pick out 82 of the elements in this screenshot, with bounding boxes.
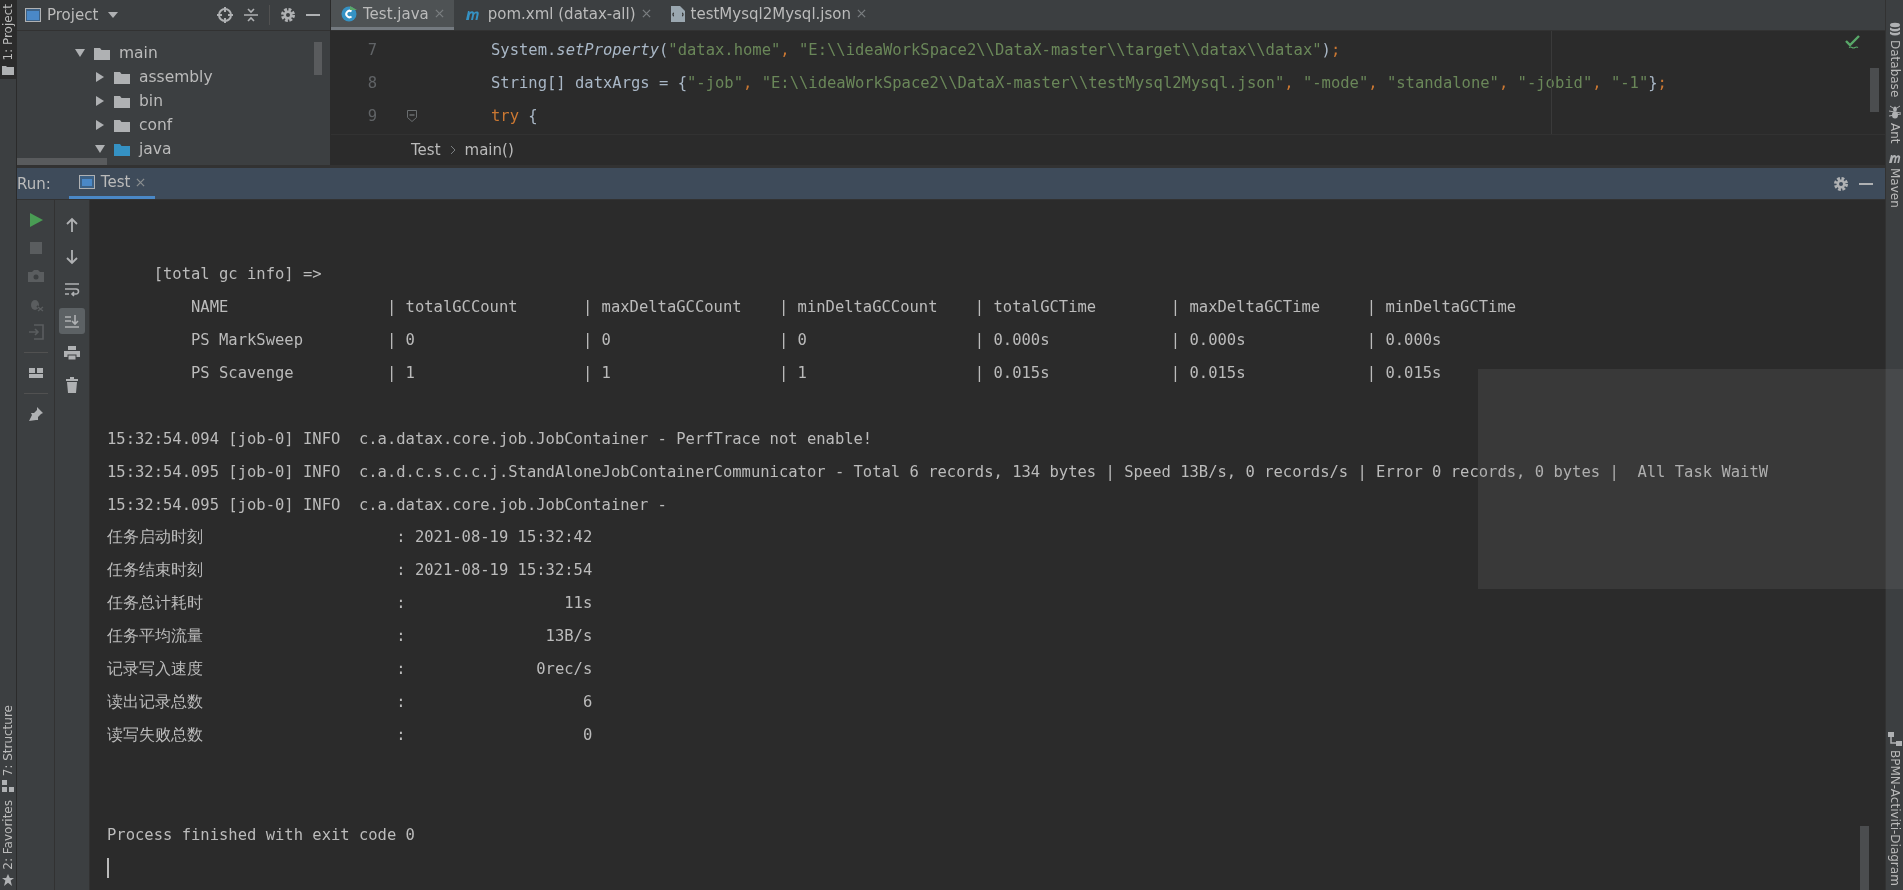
scrollbar[interactable]	[1860, 826, 1869, 890]
tree-item[interactable]: bin	[139, 92, 163, 110]
collapse-icon[interactable]	[243, 7, 259, 23]
star-icon	[2, 874, 14, 886]
minimize-icon[interactable]	[1859, 182, 1873, 185]
close-icon[interactable]	[857, 9, 866, 18]
scrollbar[interactable]	[314, 42, 322, 75]
console-line: 读写失败总数 : 0	[107, 725, 593, 746]
ant-icon	[1888, 105, 1901, 120]
tree-item[interactable]: java	[139, 140, 172, 158]
breadcrumb-item[interactable]: Test	[411, 141, 441, 159]
tool-window-tab[interactable]: BPMN-Activiti-Diagram	[1887, 732, 1902, 886]
panel-title: Run:	[17, 174, 51, 193]
folder-icon	[114, 118, 130, 132]
folder-icon	[114, 94, 130, 108]
check-icon[interactable]	[1845, 35, 1861, 49]
console-line: Process finished with exit code 0	[107, 825, 415, 844]
close-icon[interactable]	[641, 9, 651, 18]
code-line: String[] datxArgs = {"-job", "E:\\ideaWorkSpace2\\DataX-master\\testMysql2Mysql.json", "-mode", "standalone", "-jobid", "-1"};	[491, 73, 1667, 92]
crosshair-icon[interactable]	[217, 7, 233, 23]
dropdown-caret-icon[interactable]	[108, 12, 119, 18]
editor-tab[interactable]: testMysql2Mysql.json	[660, 0, 876, 30]
layout-icon[interactable]	[27, 365, 44, 381]
diagram-icon	[1887, 732, 1902, 747]
class-icon	[341, 5, 357, 22]
tree-item[interactable]: main	[119, 44, 158, 62]
fold-marker-icon[interactable]	[407, 109, 417, 122]
text-cursor	[107, 857, 109, 878]
collapsed-arrow-icon[interactable]	[95, 96, 105, 106]
editor-tab[interactable]: pom.xml (datax-all)	[453, 0, 661, 30]
window-icon	[25, 8, 41, 22]
folder-icon	[114, 70, 130, 84]
folder-icon	[94, 46, 110, 60]
line-number: 9	[366, 106, 377, 125]
code-line: try {	[491, 106, 538, 125]
console-line: 任务结束时刻 : 2021-08-19 15:32:54	[107, 560, 593, 581]
tool-window-tab[interactable]: 7: Structure	[0, 700, 17, 797]
settings-icon[interactable]	[280, 7, 296, 23]
console-line: 15:32:54.095 [job-0] INFO c.a.d.c.s.c.c.j.StandAloneJobContainerCommunicator - Total 6 records, 134 bytes | Speed 13B/s, 0 records/s | Error 0 records, 0 bytes | All Task WaitW	[107, 462, 1769, 481]
console-line: 读出记录总数 : 6	[107, 692, 593, 713]
structure-icon	[2, 780, 14, 793]
panel-title[interactable]: Project	[47, 6, 99, 24]
tool-window-tab[interactable]: 2: Favorites	[0, 796, 17, 890]
source-folder-icon	[114, 142, 130, 156]
database-icon	[1888, 22, 1901, 36]
scrollbar[interactable]	[17, 158, 107, 165]
chevron-icon	[449, 145, 456, 155]
console-line: 任务总计耗时 : 11s	[107, 593, 593, 614]
tree-item[interactable]: assembly	[139, 68, 213, 86]
settings-icon[interactable]	[1833, 175, 1849, 192]
code-line: System.setProperty("datax.home", "E:\\ideaWorkSpace2\\DataX-master\\target\\datax\\datax");	[491, 40, 1341, 59]
run-icon[interactable]	[27, 212, 44, 228]
tool-window-tab[interactable]: 1: Project	[0, 0, 17, 79]
collapsed-arrow-icon[interactable]	[95, 120, 105, 130]
scroll-to-end-icon[interactable]	[59, 308, 85, 334]
scrollbar[interactable]	[1870, 68, 1879, 112]
run-tab[interactable]: Test	[68, 168, 156, 199]
folder-icon	[2, 64, 14, 75]
console-line: 15:32:54.094 [job-0] INFO c.a.datax.core.job.JobContainer - PerfTrace not enable!	[107, 429, 873, 448]
console-line: PS MarkSweep | 0 | 0 | 0 | 0.000s | 0.000s | 0.000s	[190, 330, 1442, 349]
expanded-arrow-icon[interactable]	[75, 48, 85, 58]
console-line: 任务平均流量 : 13B/s	[107, 626, 593, 647]
json-file-icon	[670, 5, 685, 22]
pin-icon[interactable]	[27, 406, 44, 422]
line-number: 8	[366, 73, 377, 92]
tool-window-tab[interactable]: Maven	[1887, 151, 1902, 208]
console-icon	[78, 175, 95, 189]
console-line: PS Scavenge | 1 | 1 | 1 | 0.015s | 0.015s | 0.015s	[190, 363, 1442, 382]
tree-item[interactable]: conf	[139, 116, 173, 134]
tool-window-tab[interactable]: Ant	[1887, 105, 1902, 144]
line-number: 7	[366, 40, 377, 59]
console-line: NAME | totalGCCount | maxDeltaGCCount | minDeltaGCCount | totalGCTime | maxDeltaGCTime | minDeltaGCTime	[190, 297, 1517, 316]
breadcrumb-item[interactable]: main()	[464, 141, 514, 159]
console-line: 任务启动时刻 : 2021-08-19 15:32:42	[107, 527, 593, 548]
console-line: 15:32:54.095 [job-0] INFO c.a.datax.core.job.JobContainer -	[107, 495, 668, 514]
console-line: [total gc info] =>	[152, 264, 322, 283]
console-line: 记录写入速度 : 0rec/s	[107, 659, 593, 680]
tool-window-tab[interactable]: Database	[1887, 22, 1902, 98]
collapsed-arrow-icon[interactable]	[95, 72, 105, 82]
close-icon[interactable]	[136, 177, 146, 187]
expanded-arrow-icon[interactable]	[95, 144, 105, 154]
editor-tab[interactable]: Test.java	[331, 0, 454, 30]
